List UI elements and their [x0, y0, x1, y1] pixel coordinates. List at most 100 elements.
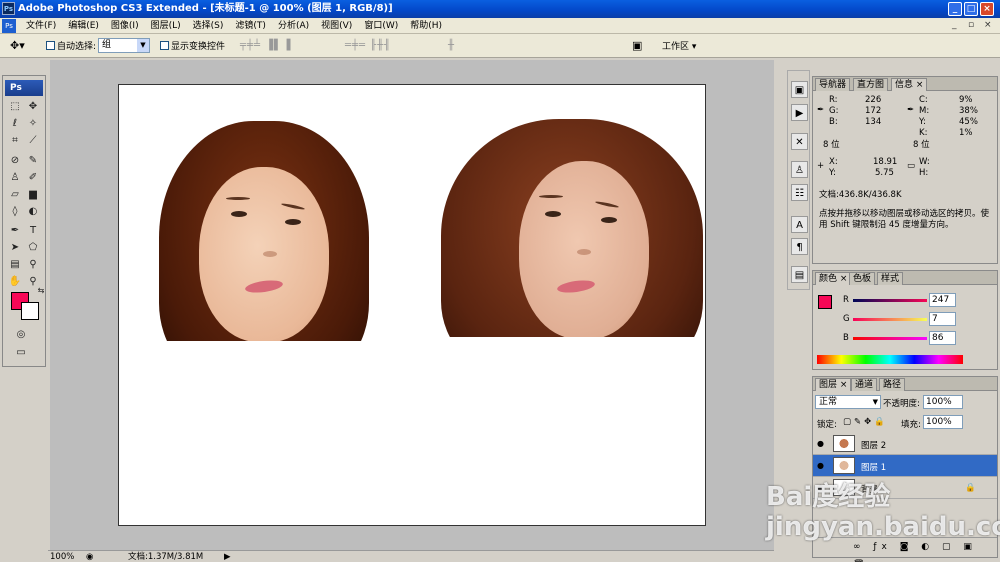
notes-panel-icon[interactable]: ▤	[791, 266, 808, 283]
status-icon[interactable]: ◉	[86, 551, 93, 562]
g-field[interactable]: 7	[929, 312, 956, 326]
distribute-icons[interactable]: ═╪═ ╟╫╢	[345, 40, 391, 51]
clone-stamp-icon[interactable]: ♙	[7, 171, 23, 185]
magic-wand-icon[interactable]: ✧	[25, 117, 41, 131]
auto-select-dropdown[interactable]: 组 ▼	[98, 38, 150, 53]
crop-tool-icon[interactable]: ⌗	[7, 134, 23, 148]
tab-color[interactable]: 颜色 ×	[815, 272, 852, 285]
layer-comps-icon[interactable]: ✕	[791, 133, 808, 150]
menu-help[interactable]: 帮助(H)	[404, 18, 448, 34]
tab-info[interactable]: 信息 ×	[891, 78, 928, 91]
b-slider[interactable]	[853, 337, 927, 340]
tab-navigator[interactable]: 导航器	[815, 78, 851, 91]
notes-tool-icon[interactable]: ▤	[7, 258, 23, 272]
background-color-swatch[interactable]	[21, 302, 39, 320]
auto-select-label: 自动选择:	[57, 42, 97, 52]
visibility-eye-icon[interactable]: ●	[817, 439, 824, 448]
auto-select-checkbox[interactable]	[46, 41, 55, 50]
healing-brush-icon[interactable]: ⊘	[7, 154, 23, 168]
b-field[interactable]: 86	[929, 331, 956, 345]
menu-analysis[interactable]: 分析(A)	[272, 18, 315, 34]
menu-window[interactable]: 窗口(W)	[358, 18, 404, 34]
tab-paths[interactable]: 路径	[879, 378, 906, 391]
maximize-button[interactable]: □	[964, 2, 978, 16]
visibility-eye-icon[interactable]: ●	[817, 461, 824, 470]
r-slider[interactable]	[853, 299, 927, 302]
layer-name: 图层 1	[861, 463, 887, 473]
document-canvas[interactable]	[118, 84, 706, 526]
lock-icons[interactable]: ▢✎✥🔒	[843, 417, 888, 427]
dodge-tool-icon[interactable]: ◐	[25, 205, 41, 219]
paragraph-panel-icon[interactable]: ¶	[791, 238, 808, 255]
tab-histogram[interactable]: 直方图	[853, 78, 889, 91]
tab-layers[interactable]: 图层 ×	[815, 378, 852, 391]
marquee-tool-icon[interactable]: ⬚	[7, 100, 23, 114]
g-slider[interactable]	[853, 318, 927, 321]
menu-filter[interactable]: 滤镜(T)	[229, 18, 272, 34]
tab-styles[interactable]: 样式	[877, 272, 904, 285]
close-button[interactable]: ×	[980, 2, 994, 16]
clone-source-icon[interactable]: ♙	[791, 161, 808, 178]
r-field[interactable]: 247	[929, 293, 956, 307]
move-tool-button-icon[interactable]: ✥	[25, 100, 41, 114]
quick-mask-icon[interactable]: ◎	[13, 328, 29, 342]
screen-mode-icon[interactable]: ▭	[13, 346, 29, 360]
align-icons[interactable]: ╤╪╧ ▐▌▐	[240, 40, 291, 51]
character-panel-icon[interactable]: A	[791, 216, 808, 233]
layer-row[interactable]: ● 图层 2	[813, 433, 997, 455]
menu-bar: Ps 文件(F) 编辑(E) 图像(I) 图层(L) 选择(S) 滤镜(T) 分…	[0, 18, 1000, 34]
history-brush-icon[interactable]: ✐	[25, 171, 41, 185]
workspace-button[interactable]: 工作区 ▾	[662, 39, 696, 52]
swap-colors-icon[interactable]: ⇆	[33, 284, 49, 298]
tab-channels[interactable]: 通道	[851, 378, 878, 391]
color-panel: 颜色 × 色板 样式 R 247 G 7 B 86	[812, 270, 998, 370]
doc-minimize-button[interactable]: _	[952, 20, 957, 30]
show-transform-checkbox[interactable]	[160, 41, 169, 50]
slice-tool-icon[interactable]: ⟋	[25, 134, 41, 148]
opacity-field[interactable]: 100%	[923, 395, 963, 409]
menu-file[interactable]: 文件(F)	[20, 18, 62, 34]
info-b-label: B:	[829, 117, 838, 127]
lasso-tool-icon[interactable]: ℓ	[7, 117, 23, 131]
layer-row-selected[interactable]: ● 图层 1	[813, 455, 997, 477]
blur-tool-icon[interactable]: ◊	[7, 205, 23, 219]
color-r-label: R	[843, 295, 849, 305]
brushes-panel-icon[interactable]: ▣	[791, 81, 808, 98]
eyedropper-icon[interactable]: ⚲	[25, 258, 41, 272]
color-ramp[interactable]	[817, 355, 963, 364]
actions-panel-icon[interactable]: ☷	[791, 184, 808, 201]
menu-view[interactable]: 视图(V)	[315, 18, 358, 34]
doc-size: 文档:1.37M/3.81M	[128, 552, 204, 562]
doc-close-button[interactable]: ×	[984, 20, 992, 30]
path-select-icon[interactable]: ➤	[7, 241, 23, 255]
gradient-tool-icon[interactable]: ▆	[25, 188, 41, 202]
move-tool-icon[interactable]: ✥▾	[10, 39, 25, 52]
pen-tool-icon[interactable]: ✒	[7, 224, 23, 238]
menu-image[interactable]: 图像(I)	[105, 18, 145, 34]
camera-icon[interactable]: ▣	[632, 39, 642, 52]
tab-swatches[interactable]: 色板	[849, 272, 876, 285]
type-tool-icon[interactable]: T	[25, 224, 41, 238]
blend-mode-dropdown[interactable]: 正常 ▼	[815, 395, 881, 409]
zoom-level[interactable]: 100%	[50, 551, 74, 562]
doc-restore-button[interactable]: ▫	[968, 20, 974, 30]
fill-field[interactable]: 100%	[923, 415, 963, 429]
shape-tool-icon[interactable]: ⬠	[25, 241, 41, 255]
minimize-button[interactable]: _	[948, 2, 962, 16]
document-icon[interactable]: Ps	[2, 19, 16, 33]
eraser-tool-icon[interactable]: ▱	[7, 188, 23, 202]
auto-align-icon[interactable]: ╫	[448, 40, 455, 51]
menu-layer[interactable]: 图层(L)	[145, 18, 187, 34]
info-w-label: W:	[919, 157, 930, 167]
color-fg-swatch[interactable]	[818, 295, 832, 309]
menu-edit[interactable]: 编辑(E)	[62, 18, 105, 34]
tool-presets-icon[interactable]: ▶	[791, 104, 808, 121]
brush-tool-icon[interactable]: ✎	[25, 154, 41, 168]
auto-select-value: 组	[102, 40, 112, 50]
info-g-value: 172	[865, 106, 882, 116]
info-x-value: 18.91	[873, 157, 898, 167]
status-menu-arrow-icon[interactable]: ▶	[224, 551, 231, 562]
hand-tool-icon[interactable]: ✋	[7, 275, 23, 289]
menu-select[interactable]: 选择(S)	[187, 18, 230, 34]
window-title: Adobe Photoshop CS3 Extended - [未标题-1 @ …	[18, 3, 393, 14]
